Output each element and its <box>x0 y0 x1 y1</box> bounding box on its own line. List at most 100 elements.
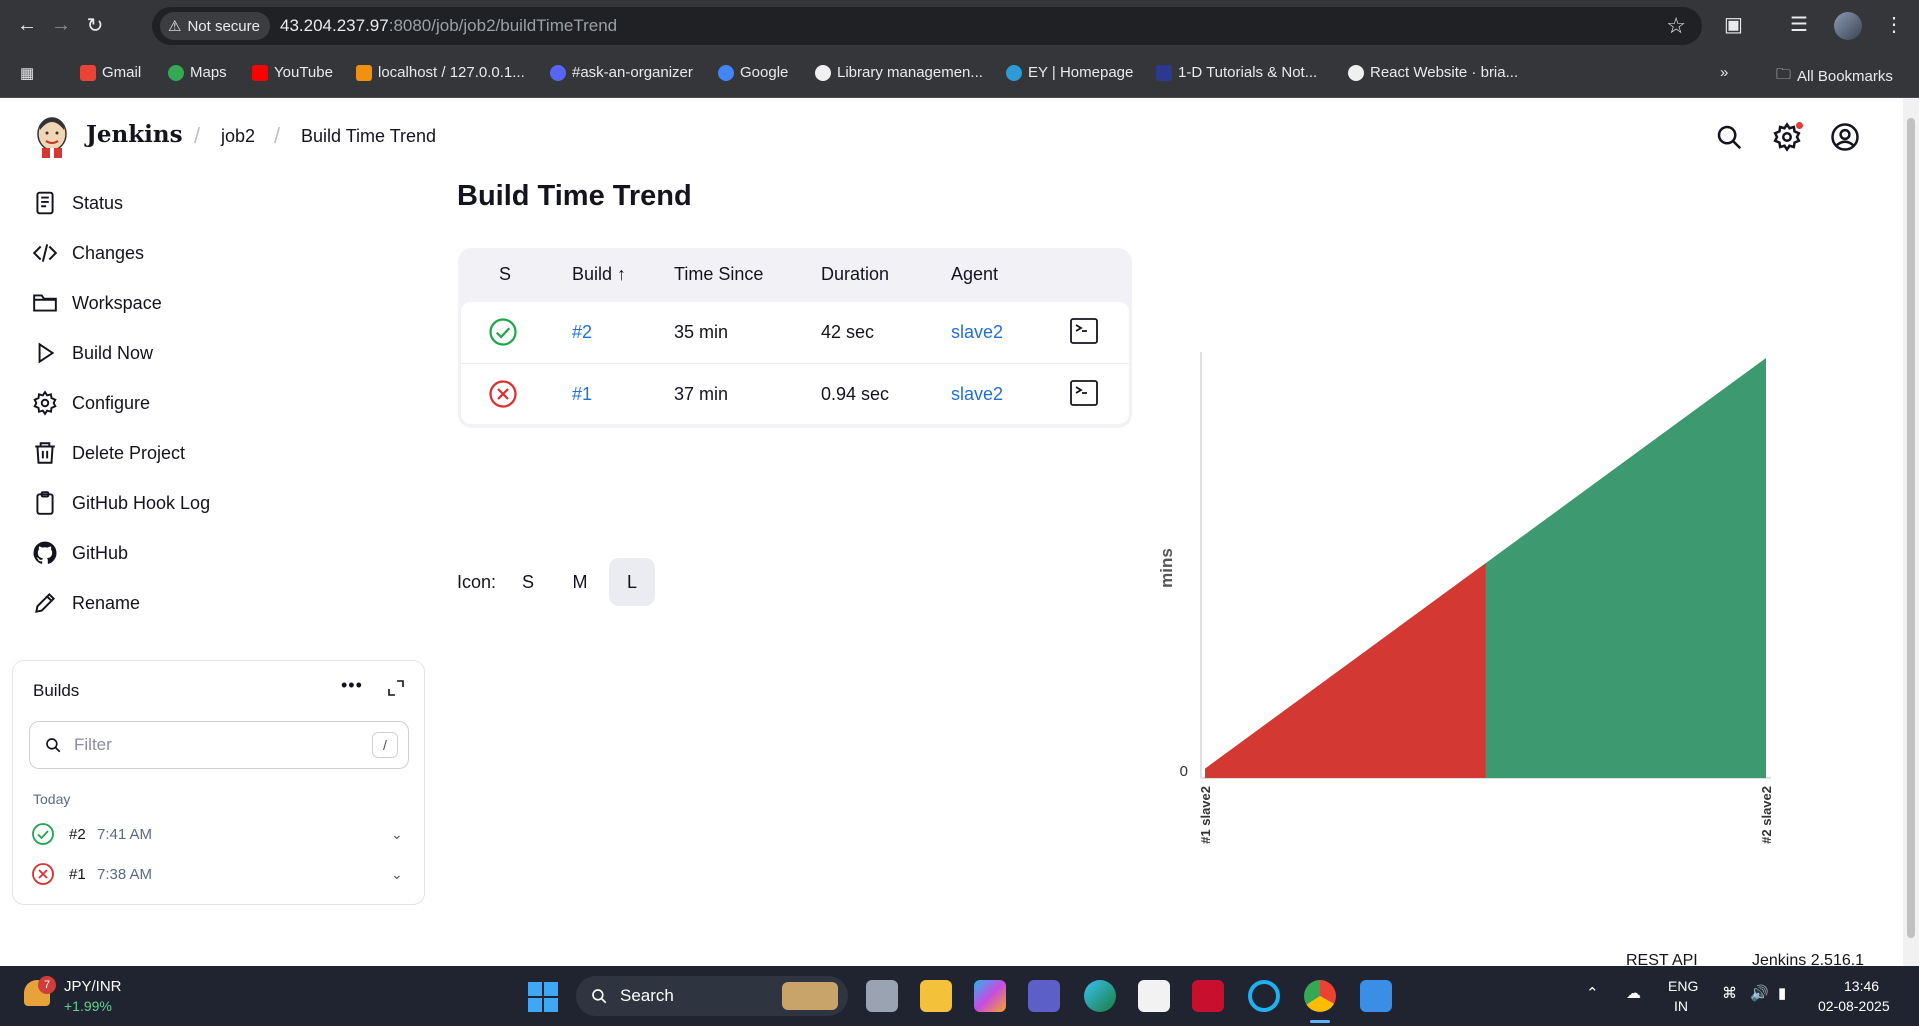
github-icon <box>33 541 57 564</box>
profile-avatar[interactable] <box>1834 12 1862 40</box>
bookmark-ey[interactable]: EY | Homepage <box>1006 64 1133 81</box>
ticker-name[interactable]: JPY/INR <box>64 978 122 995</box>
column-header-status[interactable]: S <box>499 264 511 285</box>
user-account-icon[interactable] <box>1830 122 1860 152</box>
builds-title: Builds <box>33 681 80 700</box>
console-output-icon[interactable] <box>1070 318 1098 344</box>
play-icon <box>38 342 55 364</box>
build-link[interactable]: #1 <box>572 384 592 405</box>
sidebar-item-label: Build Now <box>72 342 154 363</box>
microsoft-store-icon[interactable] <box>1138 980 1170 1012</box>
url-text[interactable]: 43.204.237.97:8080/job/job2/buildTimeTre… <box>280 16 617 36</box>
page-scrollbar[interactable] <box>1903 98 1919 966</box>
media-control-icon[interactable]: ☰ <box>1790 12 1808 37</box>
copilot-icon[interactable] <box>974 980 1006 1012</box>
bookmark-youtube[interactable]: YouTube <box>252 64 333 81</box>
windows-start-icon[interactable] <box>528 982 558 1012</box>
phpmyadmin-icon <box>356 64 372 81</box>
warning-icon: ⚠ <box>168 18 182 35</box>
clock-time[interactable]: 13:46 <box>1844 978 1879 994</box>
bookmark-star-icon[interactable]: ☆ <box>1666 13 1686 39</box>
bookmark-maps[interactable]: Maps <box>168 64 227 81</box>
breadcrumb-job[interactable]: job2 <box>221 126 255 147</box>
volume-icon[interactable]: 🔊 <box>1750 984 1769 1002</box>
security-chip[interactable]: ⚠ Not secure <box>160 12 270 40</box>
taskbar-search[interactable]: Search <box>576 976 848 1016</box>
brand-name[interactable]: Jenkins <box>86 121 183 148</box>
sidebar-item-label: Configure <box>72 392 151 413</box>
icon-size-s[interactable]: S <box>505 558 551 606</box>
column-header-time-since[interactable]: Time Since <box>674 264 763 285</box>
sidebar-item-delete-project[interactable]: Delete Project <box>32 436 185 470</box>
column-header-build[interactable]: Build ↑ <box>572 264 626 285</box>
keyboard-shortcut-hint: / <box>372 732 398 758</box>
bookmark-library[interactable]: Library managemen... <box>815 64 983 81</box>
sidebar-item-github-hook-log[interactable]: GitHub Hook Log <box>32 486 210 520</box>
icon-size-m[interactable]: M <box>557 558 603 606</box>
apps-grid-icon[interactable]: ▦ <box>20 64 34 82</box>
reload-icon[interactable]: ↻ <box>80 10 110 40</box>
bookmark-localhost[interactable]: localhost / 127.0.0.1... <box>356 64 525 81</box>
all-bookmarks[interactable]: 🗀 All Bookmarks <box>1776 64 1893 89</box>
bookmark-gmail[interactable]: Gmail <box>80 64 141 81</box>
more-bookmarks-button[interactable]: » <box>1720 64 1728 81</box>
sidebar-item-workspace[interactable]: Workspace <box>32 286 162 320</box>
column-header-agent[interactable]: Agent <box>951 264 998 285</box>
breadcrumb-current[interactable]: Build Time Trend <box>301 126 436 147</box>
sidebar-item-label: GitHub <box>72 542 129 563</box>
language-line-1[interactable]: ENG <box>1668 978 1698 994</box>
mcafee-icon[interactable] <box>1192 980 1224 1012</box>
extensions-icon[interactable]: ▣ <box>1724 12 1743 37</box>
notes-icon <box>1156 64 1172 81</box>
bookmark-google[interactable]: Google <box>718 64 788 81</box>
build-link[interactable]: #2 <box>572 322 592 343</box>
sidebar-item-rename[interactable]: Rename <box>32 586 140 620</box>
code-icon <box>32 244 58 262</box>
wifi-icon[interactable]: ⌘ <box>1722 984 1737 1002</box>
expand-icon[interactable] <box>387 679 405 697</box>
icon-size-l[interactable]: L <box>609 558 655 606</box>
search-icon[interactable] <box>1714 122 1744 152</box>
bookmark-react[interactable]: React Website · bria... <box>1348 64 1518 81</box>
build-number[interactable]: #2 <box>69 826 86 843</box>
agent-link[interactable]: slave2 <box>951 322 1003 343</box>
file-explorer-icon[interactable] <box>920 980 952 1012</box>
chevron-up-icon[interactable]: ⌃ <box>1586 984 1599 1002</box>
notepad-icon[interactable] <box>1360 980 1392 1012</box>
agent-link[interactable]: slave2 <box>951 384 1003 405</box>
table-row: #2 35 min 42 sec slave2 <box>461 302 1129 363</box>
console-output-icon[interactable] <box>1070 380 1098 406</box>
github-icon <box>1348 64 1364 81</box>
jenkins-logo-icon[interactable] <box>34 116 70 158</box>
scrollbar-thumb[interactable] <box>1907 118 1915 938</box>
alexa-icon[interactable] <box>1248 980 1280 1012</box>
back-icon[interactable]: ← <box>12 10 42 40</box>
forward-icon[interactable]: → <box>46 10 76 40</box>
chevron-down-icon[interactable]: ⌄ <box>391 866 403 883</box>
sidebar-item-build-now[interactable]: Build Now <box>32 336 153 370</box>
kebab-menu-icon[interactable]: ⋮ <box>1884 12 1904 37</box>
onedrive-icon[interactable]: ☁ <box>1626 984 1641 1002</box>
column-header-duration[interactable]: Duration <box>821 264 889 285</box>
chevron-down-icon[interactable]: ⌄ <box>391 826 403 843</box>
builds-filter-input[interactable]: Filter / <box>29 721 409 769</box>
chrome-icon[interactable] <box>1304 980 1336 1012</box>
battery-icon[interactable]: ▮ <box>1778 984 1786 1002</box>
teams-icon[interactable] <box>1028 980 1060 1012</box>
build-history-row[interactable]: #1 7:38 AM ⌄ <box>31 861 411 887</box>
build-number[interactable]: #1 <box>69 866 86 883</box>
edge-icon[interactable] <box>1084 980 1116 1012</box>
task-view-icon[interactable] <box>866 980 898 1012</box>
sidebar-item-status[interactable]: Status <box>32 186 123 220</box>
sidebar-item-github[interactable]: GitHub <box>32 536 128 570</box>
more-options-icon[interactable]: ••• <box>341 675 363 696</box>
build-history-row[interactable]: #2 7:41 AM ⌄ <box>31 821 411 847</box>
sidebar-item-label: Rename <box>72 592 141 613</box>
notification-badge: 7 <box>38 976 56 994</box>
bookmark-discord[interactable]: #ask-an-organizer <box>550 64 693 81</box>
bookmark-tutorials[interactable]: 1-D Tutorials & Not... <box>1156 64 1317 81</box>
sidebar-item-configure[interactable]: Configure <box>32 386 150 420</box>
page-title: Build Time Trend <box>457 180 692 212</box>
sidebar-item-changes[interactable]: Changes <box>32 236 144 270</box>
address-bar[interactable]: ⚠ Not secure 43.204.237.97:8080/job/job2… <box>152 7 1702 45</box>
